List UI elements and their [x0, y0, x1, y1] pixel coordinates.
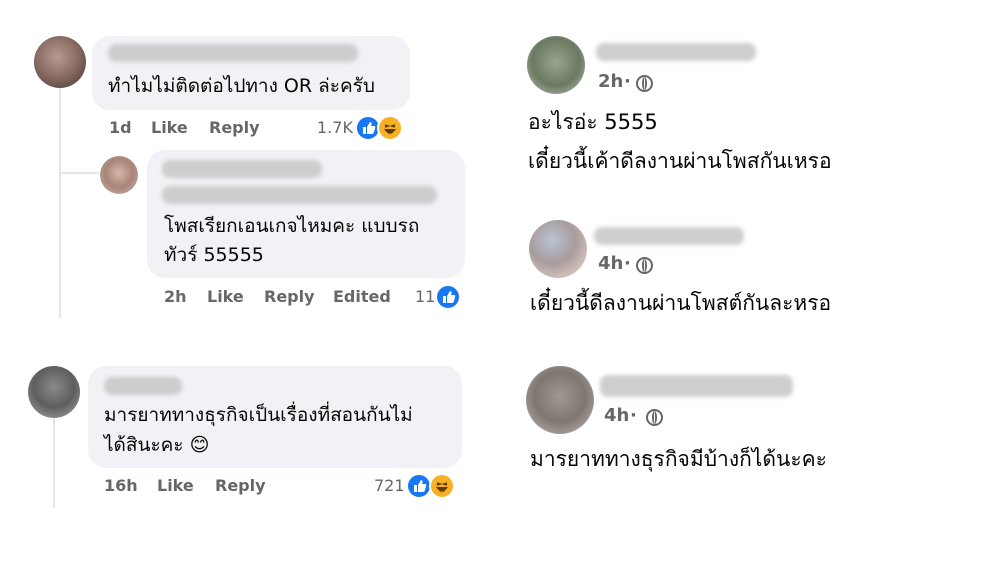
like-button[interactable]: Like — [151, 118, 188, 137]
like-icon[interactable] — [435, 284, 461, 310]
blurred-username[interactable] — [596, 43, 756, 61]
reply-button[interactable]: Reply — [215, 476, 266, 495]
blurred-username[interactable] — [108, 44, 358, 62]
comment-time[interactable]: 1d — [109, 118, 132, 137]
like-button[interactable]: Like — [207, 287, 244, 306]
separator-dot: · — [624, 253, 631, 274]
post-time[interactable]: 4h — [604, 405, 629, 426]
reply-text-line1: โพสเรียกเอนเกจไหมคะ แบบรถ — [164, 215, 420, 237]
comment-text: ทำไมไม่ติดต่อไปทาง OR ล่ะครับ — [108, 75, 375, 97]
thread-line-main — [59, 88, 61, 318]
avatar[interactable] — [527, 36, 585, 94]
separator-dot: · — [624, 71, 631, 92]
comment-text-line1: อะไรอ่ะ 5555 — [528, 110, 658, 134]
post-time[interactable]: 4h — [598, 253, 623, 274]
edited-label[interactable]: Edited — [333, 287, 391, 306]
globe-icon — [636, 75, 653, 92]
separator-dot: · — [630, 405, 637, 426]
blurred-username[interactable] — [162, 160, 322, 178]
globe-icon — [646, 409, 663, 426]
reply-button[interactable]: Reply — [264, 287, 315, 306]
blurred-tagged-name[interactable] — [162, 186, 437, 204]
globe-icon — [636, 257, 653, 274]
haha-icon[interactable] — [377, 115, 403, 141]
comment-text-line1: มารยาททางธุรกิจเป็นเรื่องที่สอนกันไม่ — [104, 404, 413, 426]
comment-text-line2: ได้สินะคะ 😊 — [104, 434, 210, 456]
thread-line-second — [53, 418, 55, 508]
reaction-count[interactable]: 11 — [415, 287, 435, 306]
avatar[interactable] — [529, 220, 587, 278]
blurred-username[interactable] — [594, 227, 744, 245]
post-time[interactable]: 2h — [598, 71, 623, 92]
comment-text: มารยาททางธุรกิจมีบ้างก็ได้นะคะ — [530, 447, 827, 471]
reply-time[interactable]: 2h — [164, 287, 187, 306]
avatar[interactable] — [28, 366, 80, 418]
reaction-count[interactable]: 1.7K — [317, 118, 353, 137]
haha-icon[interactable] — [429, 473, 455, 499]
thread-line-branch — [59, 172, 99, 174]
like-button[interactable]: Like — [157, 476, 194, 495]
avatar[interactable] — [100, 156, 138, 194]
reply-text-line2: ทัวร์ 55555 — [164, 244, 264, 266]
reaction-count[interactable]: 721 — [374, 476, 405, 495]
reply-button[interactable]: Reply — [209, 118, 260, 137]
avatar[interactable] — [34, 36, 86, 88]
avatar[interactable] — [526, 366, 594, 434]
comment-text: เดี๋ยวนี้ดีลงานผ่านโพสต์กันละหรอ — [530, 291, 832, 315]
comment-text-line2: เดี๋ยวนี้เค้าดีลงานผ่านโพสกันเหรอ — [528, 149, 832, 173]
blurred-username[interactable] — [600, 375, 793, 397]
comment-time[interactable]: 16h — [104, 476, 138, 495]
blurred-username[interactable] — [104, 377, 182, 395]
